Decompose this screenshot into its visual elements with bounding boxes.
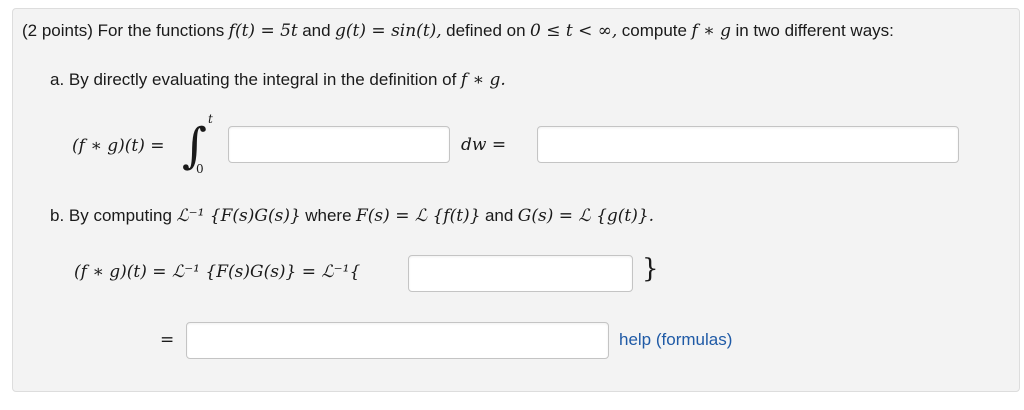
- final-equals: =: [160, 330, 175, 350]
- integral-result-answer-box[interactable]: [537, 126, 959, 163]
- integral-lower-limit: 0: [196, 162, 204, 176]
- final-answer-box[interactable]: [186, 322, 609, 359]
- help-formulas-link[interactable]: help (formulas): [619, 330, 732, 350]
- G-definition: G(s) = ℒ {g(t)}.: [517, 206, 655, 226]
- integrand-answer-box[interactable]: [228, 126, 450, 163]
- intro-suffix: in two different ways:: [735, 21, 894, 40]
- integral-result-input[interactable]: [538, 127, 958, 162]
- part-b-prefix: b. By computing: [50, 206, 172, 225]
- g-definition: g(t) = sin(t),: [335, 21, 442, 41]
- integral-upper-limit: t: [208, 112, 213, 126]
- part-a-prefix: a. By directly evaluating the integral i…: [50, 70, 457, 89]
- integrand-input[interactable]: [229, 127, 449, 162]
- F-definition: F(s) = ℒ {f(t)}: [356, 206, 481, 226]
- part-a-lhs: (f ∗ g)(t) =: [72, 136, 165, 156]
- part-a-heading: a. By directly evaluating the integral i…: [50, 70, 506, 90]
- part-b-heading: b. By computing ℒ⁻¹ {F(s)G(s)} where F(s…: [50, 206, 654, 226]
- where-word: where: [305, 206, 352, 225]
- and-word-b: and: [484, 206, 514, 225]
- part-a-conv: f ∗ g.: [460, 70, 506, 90]
- and-word: and: [302, 21, 331, 40]
- domain: 0 ≤ t < ∞,: [530, 21, 618, 41]
- convolution-symbol: f ∗ g: [691, 21, 731, 41]
- final-answer-input[interactable]: [187, 323, 608, 358]
- dw-equals: dw =: [461, 135, 507, 155]
- compute-word: compute: [621, 21, 687, 40]
- laplace-inverse-answer-box[interactable]: [408, 255, 633, 292]
- f-definition: f(t) = 5t: [228, 21, 298, 41]
- intro-prefix: (2 points) For the functions: [22, 21, 225, 40]
- part-b-lhs: (f ∗ g)(t) = ℒ⁻¹ {F(s)G(s)} = ℒ⁻¹{: [74, 262, 361, 282]
- laplace-inverse: ℒ⁻¹ {F(s)G(s)}: [176, 206, 301, 226]
- problem-statement: (2 points) For the functions f(t) = 5t a…: [22, 21, 894, 41]
- defined-word: defined on: [446, 21, 526, 40]
- laplace-inverse-input[interactable]: [409, 256, 632, 291]
- close-brace: }: [642, 254, 659, 284]
